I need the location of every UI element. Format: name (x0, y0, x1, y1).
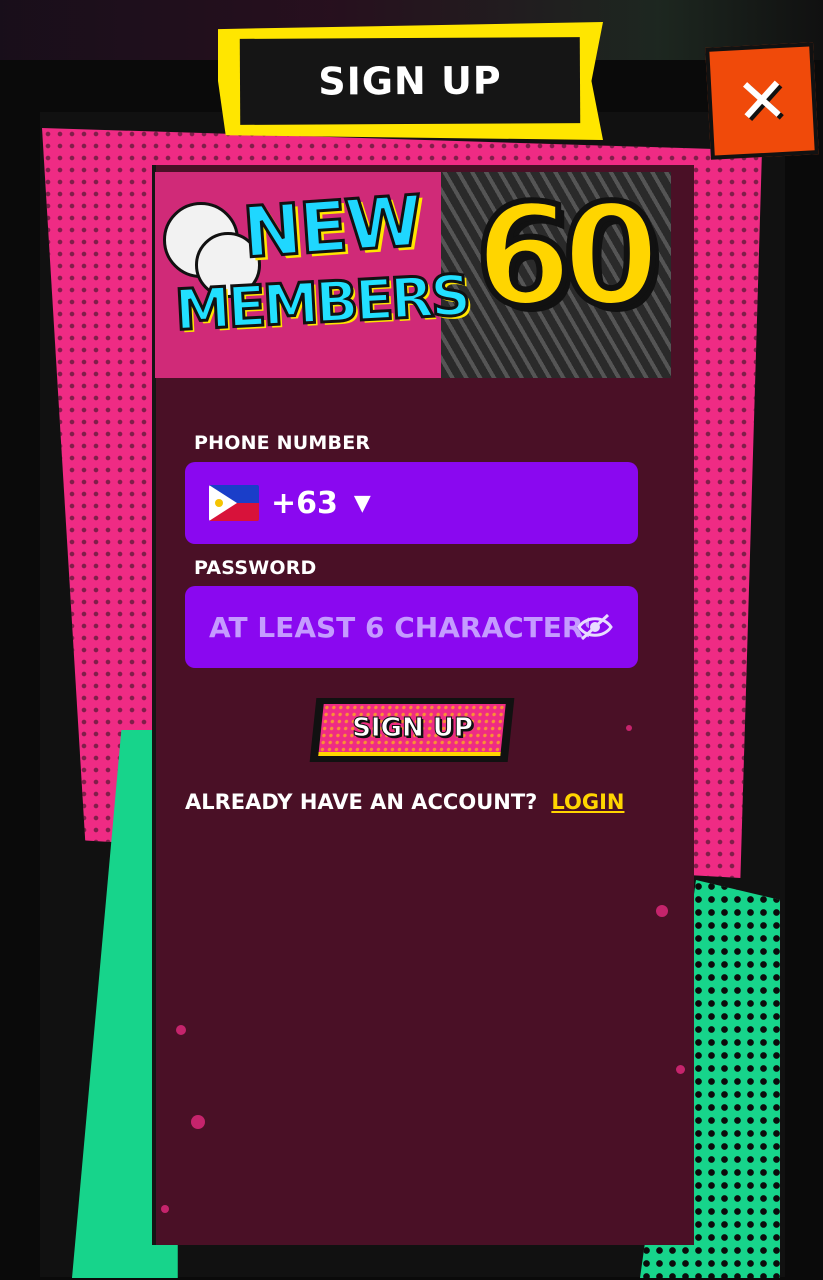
sign-up-button-face: SIGN UP (318, 704, 506, 756)
philippines-flag-icon (209, 485, 259, 521)
new-members-promo-banner: NEW MEMBERS 60 (155, 172, 671, 378)
login-prompt-text: ALREADY HAVE AN ACCOUNT? (185, 790, 538, 814)
paint-splat (626, 725, 632, 731)
phone-number-field[interactable]: +63 ▼ (185, 462, 638, 544)
promo-headline-new: NEW (239, 178, 425, 275)
paint-splat (191, 1115, 205, 1129)
close-button[interactable]: ✕ (705, 42, 819, 160)
country-code: +63 (271, 485, 338, 521)
paint-splat (676, 1065, 685, 1074)
password-input[interactable] (207, 609, 591, 645)
chevron-down-icon[interactable]: ▼ (354, 491, 371, 516)
paint-splat (656, 905, 668, 917)
password-field-container (185, 586, 638, 668)
login-prompt: ALREADY HAVE AN ACCOUNT? LOGIN (185, 790, 624, 814)
eye-slash-icon[interactable] (576, 612, 614, 642)
password-label: PASSWORD (194, 557, 317, 579)
sign-up-button-label: SIGN UP (351, 713, 473, 744)
phone-number-label: PHONE NUMBER (194, 432, 371, 454)
sign-up-button[interactable]: SIGN UP (309, 698, 515, 762)
promo-headline-members: MEMBERS (172, 262, 471, 345)
paint-splat (161, 1205, 169, 1213)
login-link[interactable]: LOGIN (551, 790, 624, 814)
modal-title: SIGN UP (318, 58, 502, 104)
paint-splat (176, 1025, 186, 1035)
promo-amount: 60 (472, 175, 663, 338)
title-banner: SIGN UP (239, 37, 581, 125)
close-icon: ✕ (734, 62, 790, 139)
